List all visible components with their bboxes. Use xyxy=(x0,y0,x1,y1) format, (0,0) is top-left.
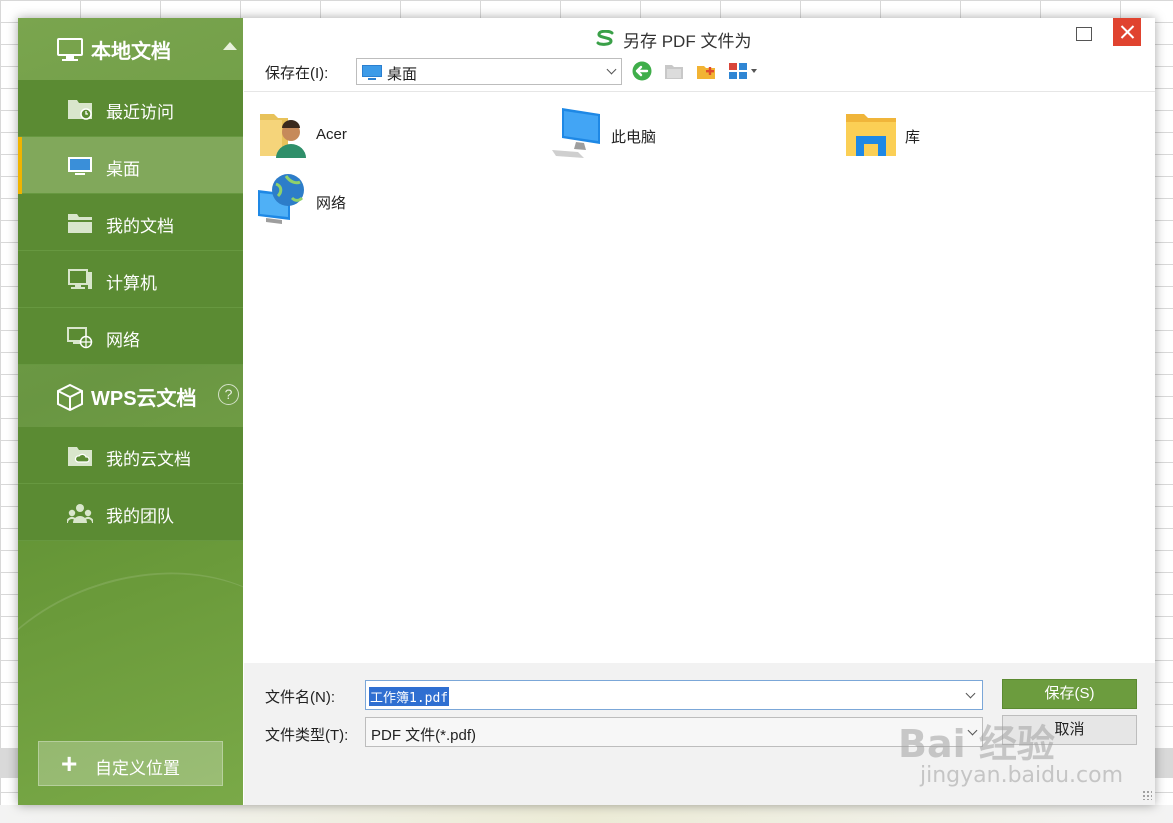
sidebar-item-label: 网络 xyxy=(106,331,140,350)
filename-value: 工作簿1.pdf xyxy=(369,687,450,706)
local-docs-label: 本地文档 xyxy=(91,40,171,63)
view-menu-icon[interactable] xyxy=(728,61,760,81)
file-item-acer[interactable]: Acer xyxy=(258,106,368,162)
custom-location-button[interactable]: + 自定义位置 xyxy=(38,741,223,786)
up-folder-icon[interactable] xyxy=(664,61,684,81)
help-icon[interactable]: ? xyxy=(218,384,239,405)
watermark-line2: jingyan.baidu.com xyxy=(920,763,1124,788)
sidebar-item-label: 计算机 xyxy=(106,274,157,293)
background-taskbar xyxy=(0,805,1173,823)
custom-location-label: 自定义位置 xyxy=(95,759,180,778)
cloud-folder-icon xyxy=(68,447,92,466)
close-button[interactable] xyxy=(1113,18,1141,46)
chevron-down-icon xyxy=(606,64,617,75)
maximize-button[interactable] xyxy=(1076,27,1092,41)
sidebar-item-label: 我的团队 xyxy=(106,507,174,526)
filetype-label: 文件类型(T): xyxy=(265,727,349,744)
recent-folder-icon xyxy=(68,100,92,120)
collapse-arrow-icon[interactable] xyxy=(223,42,237,50)
filename-input[interactable]: 工作簿1.pdf xyxy=(365,680,983,710)
sidebar-item-recent[interactable]: 最近访问 xyxy=(18,80,243,137)
watermark-line1: Bai 经验 xyxy=(898,722,1055,766)
dialog-title: 另存 PDF 文件为 xyxy=(623,32,752,51)
sidebar-item-documents[interactable]: 我的文档 xyxy=(18,194,243,251)
this-pc-icon xyxy=(552,108,600,158)
library-icon xyxy=(846,114,896,156)
local-docs-header[interactable]: 本地文档 xyxy=(18,18,243,80)
sidebar-item-network[interactable]: 网络 xyxy=(18,308,243,365)
sidebar-item-computer[interactable]: 计算机 xyxy=(18,251,243,308)
filetype-select[interactable]: PDF 文件(*.pdf) xyxy=(365,717,983,747)
back-arrow-icon[interactable] xyxy=(632,61,652,81)
plus-icon: + xyxy=(61,748,78,779)
cube-icon xyxy=(57,383,83,411)
file-name: 网络 xyxy=(316,195,347,212)
location-select[interactable]: 桌面 xyxy=(356,58,622,85)
file-item-network[interactable]: 网络 xyxy=(256,172,366,228)
file-name: 库 xyxy=(905,129,921,146)
filetype-value: PDF 文件(*.pdf) xyxy=(371,727,477,744)
user-folder-icon xyxy=(260,114,306,158)
network-icon xyxy=(67,327,93,349)
sidebar-item-label: 最近访问 xyxy=(106,103,174,122)
sidebar-item-my-cloud-docs[interactable]: 我的云文档 xyxy=(18,427,243,484)
file-name: Acer xyxy=(316,126,347,143)
save-button[interactable]: 保存(S) xyxy=(1002,679,1137,709)
computer-icon xyxy=(68,269,92,289)
sidebar-item-desktop[interactable]: 桌面 xyxy=(18,137,243,194)
save-pdf-dialog: 本地文档 最近访问 桌面 我的文档 计算机 网络 WPS云文档 ? 我的云文档 … xyxy=(18,18,1155,805)
wps-cloud-label: WPS云文档 xyxy=(91,387,197,410)
sidebar-item-label: 我的文档 xyxy=(106,217,174,236)
wps-cloud-header[interactable]: WPS云文档 ? xyxy=(18,365,243,427)
sidebar: 本地文档 最近访问 桌面 我的文档 计算机 网络 WPS云文档 ? 我的云文档 … xyxy=(18,18,243,805)
network-globe-icon xyxy=(258,174,304,224)
desktop-icon xyxy=(68,157,92,175)
wps-logo-icon xyxy=(596,30,614,46)
file-name: 此电脑 xyxy=(611,129,657,146)
documents-folder-icon xyxy=(68,214,92,233)
save-in-label: 保存在(I): xyxy=(265,65,329,82)
file-item-library[interactable]: 库 xyxy=(844,106,954,162)
filename-label: 文件名(N): xyxy=(265,689,335,706)
sidebar-item-label: 桌面 xyxy=(106,160,140,179)
file-list: Acer 此电脑 库 网络 xyxy=(244,91,1155,663)
team-icon xyxy=(67,504,93,524)
sidebar-item-label: 我的云文档 xyxy=(106,450,191,469)
location-value: 桌面 xyxy=(387,66,418,83)
desktop-icon xyxy=(362,65,382,80)
chevron-down-icon[interactable] xyxy=(965,688,976,699)
file-item-this-pc[interactable]: 此电脑 xyxy=(550,106,680,162)
resize-grip-icon[interactable] xyxy=(1142,790,1152,800)
sidebar-item-my-team[interactable]: 我的团队 xyxy=(18,484,243,541)
monitor-icon xyxy=(57,38,83,61)
new-folder-icon[interactable] xyxy=(696,61,716,81)
